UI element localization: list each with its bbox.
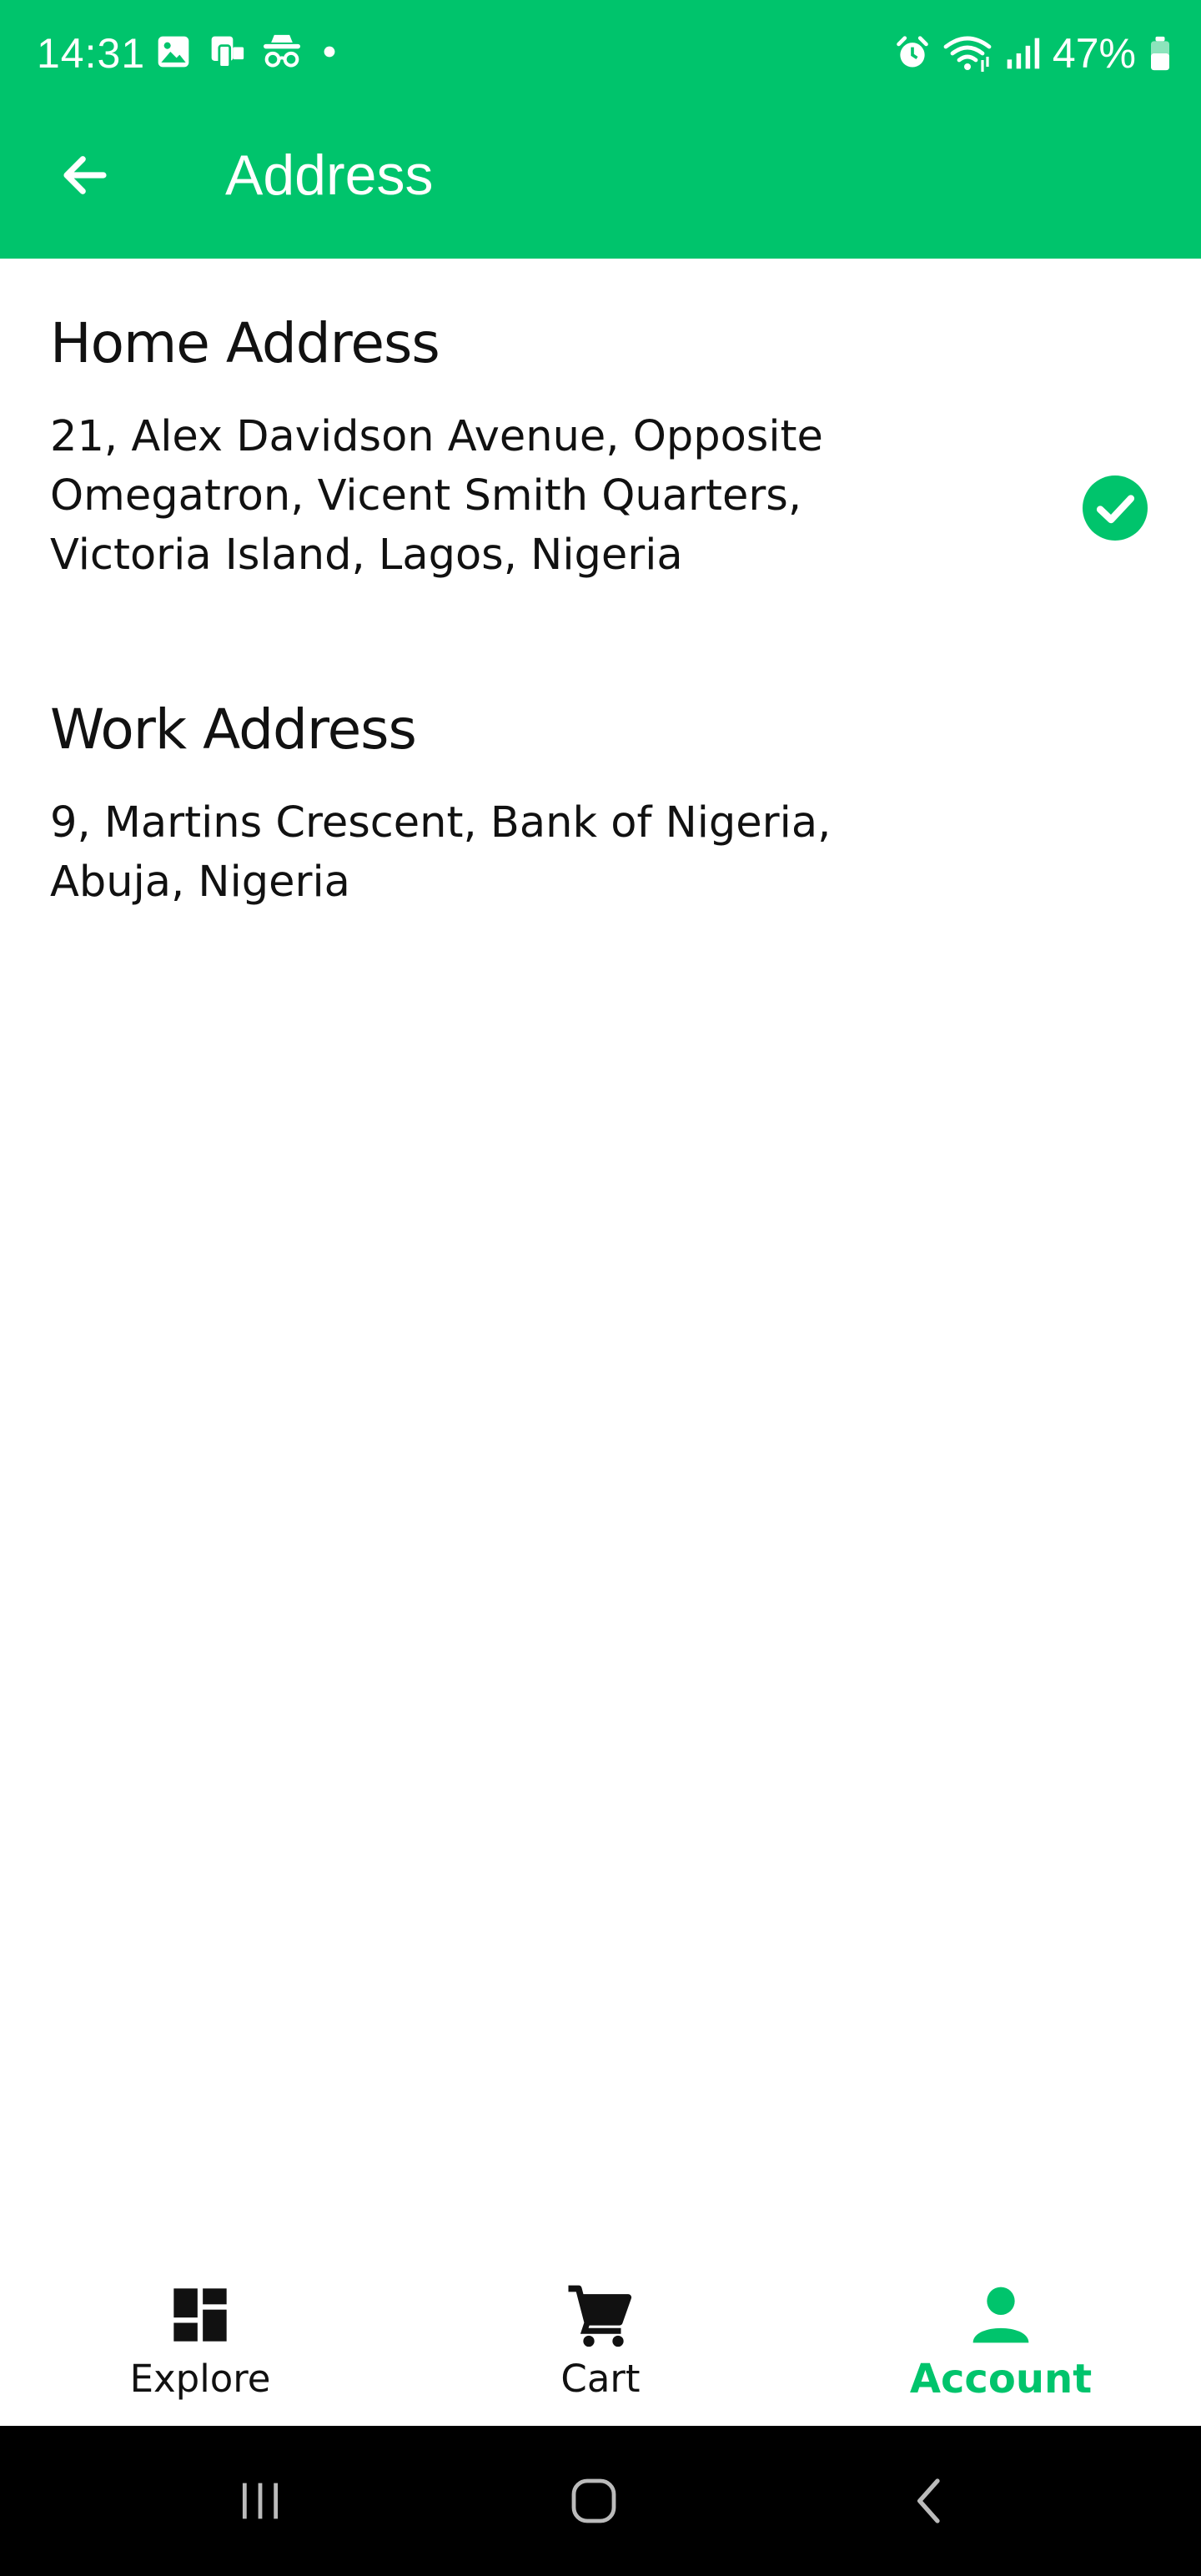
battery-icon: [1151, 36, 1169, 71]
nav-label: Account: [909, 2356, 1093, 2402]
arrow-left-icon: [63, 156, 107, 194]
bottom-navigation: Explore Cart Account: [0, 2244, 1201, 2426]
person-icon: [972, 2287, 1029, 2343]
nav-item-explore[interactable]: Explore: [0, 2244, 400, 2426]
nav-icon-wrapper: [400, 2277, 801, 2352]
system-status-icons: 47%: [894, 28, 1173, 78]
app-bar: 14:31 47% Address: [0, 0, 1201, 259]
back-icon: [917, 2478, 940, 2523]
system-navigation-bar: [0, 2426, 1201, 2576]
alarm-icon: [897, 36, 928, 68]
nav-item-cart[interactable]: Cart: [400, 2244, 801, 2426]
system-back-button[interactable]: [881, 2459, 981, 2543]
cart-icon: [568, 2285, 632, 2347]
status-bar: 14:31 47%: [0, 0, 1201, 107]
home-icon: [571, 2478, 616, 2523]
nav-item-account[interactable]: Account: [801, 2244, 1201, 2426]
dot-icon: [324, 46, 335, 58]
nav-icon-wrapper: [0, 2277, 400, 2352]
back-button[interactable]: [43, 133, 127, 217]
nav-label: Explore: [129, 2357, 271, 2401]
nav-label: Cart: [560, 2357, 641, 2401]
check-circle-icon: [1083, 475, 1148, 541]
address-item-home[interactable]: Home Address 21, Alex Davidson Avenue, O…: [50, 310, 1151, 585]
address-heading: Work Address: [50, 697, 417, 762]
incognito-icon: [264, 34, 300, 68]
status-time: 14:31: [37, 30, 146, 77]
notification-icons: [155, 33, 342, 70]
battery-percent: 47%: [1052, 30, 1136, 77]
devices-icon: [211, 36, 244, 68]
address-text: 21, Alex Davidson Avenue, Opposite Omega…: [50, 412, 823, 580]
address-heading: Home Address: [50, 311, 440, 375]
dashboard-icon: [173, 2288, 227, 2342]
nav-icon-wrapper: [801, 2277, 1201, 2352]
address-item-work[interactable]: Work Address 9, Martins Crescent, Bank o…: [50, 697, 1151, 912]
address-text: 9, Martins Crescent, Bank of Nigeria, Ab…: [50, 798, 832, 907]
page-title: Address: [225, 143, 434, 207]
home-button[interactable]: [544, 2459, 644, 2543]
recents-icon: [242, 2483, 279, 2519]
wifi-icon: [943, 36, 992, 72]
recents-button[interactable]: [210, 2459, 310, 2543]
toolbar: Address: [0, 108, 1201, 234]
image-icon: [158, 36, 189, 68]
signal-icon: [1007, 38, 1040, 69]
